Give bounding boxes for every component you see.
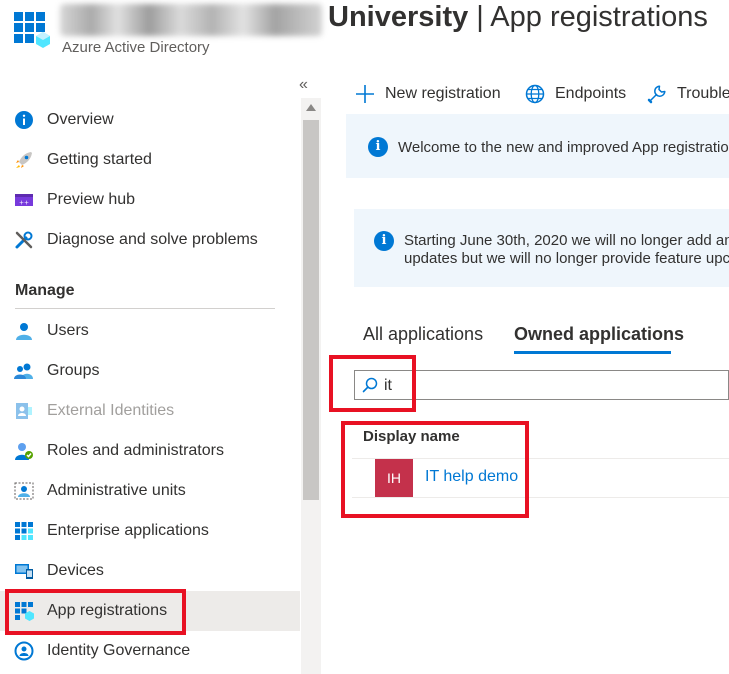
sidebar-item-label: Users (47, 322, 89, 339)
section-divider (15, 308, 275, 309)
page-subtitle: Azure Active Directory (62, 39, 210, 56)
endpoints-label: Endpoints (555, 85, 627, 102)
wrench-icon (647, 85, 666, 104)
user-icon (16, 323, 32, 340)
sidebar-item-getting-started[interactable]: Getting started (0, 140, 300, 180)
plus-icon (356, 85, 374, 103)
sidebar-item-enterprise-applications[interactable]: Enterprise applications (0, 511, 300, 551)
notice-banner: i Starting June 30th, 2020 we will no lo… (354, 209, 729, 287)
highlight-box-results (341, 421, 529, 518)
scrollbar-thumb[interactable] (303, 120, 319, 500)
admin-units-icon (14, 482, 34, 500)
new-registration-label: New registration (385, 85, 501, 102)
groups-icon (14, 363, 33, 379)
rocket-icon (16, 152, 32, 168)
devices-icon (15, 564, 33, 579)
info-icon: i (368, 137, 388, 157)
app-registrations-logo-icon (14, 12, 50, 48)
sidebar-item-label: Enterprise applications (47, 522, 209, 539)
welcome-banner-text: Welcome to the new and improved App regi… (398, 139, 729, 156)
new-registration-button[interactable]: New registration (355, 82, 501, 106)
sidebar-item-label: Roles and administrators (47, 442, 224, 459)
highlight-box-search (329, 355, 416, 412)
sidebar-item-label: Identity Governance (47, 642, 191, 659)
sidebar-item-external-identities[interactable]: External Identities (0, 391, 300, 431)
sidebar-item-users[interactable]: Users (0, 311, 300, 351)
notice-banner-line1: Starting June 30th, 2020 we will no long… (404, 232, 729, 249)
sidebar-item-groups[interactable]: Groups (0, 351, 300, 391)
sidebar-item-label: Getting started (47, 151, 152, 168)
sidebar-item-overview[interactable]: Overview (0, 100, 300, 140)
tab-all-applications[interactable]: All applications (363, 324, 483, 345)
tab-owned-applications[interactable]: Owned applications (514, 324, 684, 345)
scroll-up-arrow-icon[interactable] (306, 104, 316, 111)
sidebar-item-label: Preview hub (47, 191, 136, 208)
section-heading-manage: Manage (15, 282, 75, 299)
sidebar-item-diagnose[interactable]: Diagnose and solve problems (0, 220, 300, 260)
sidebar-item-devices[interactable]: Devices (0, 551, 300, 591)
globe-icon (525, 84, 545, 104)
info-icon (15, 111, 33, 129)
sidebar-item-label: Diagnose and solve problems (47, 231, 258, 248)
notice-banner-line2: updates but we will no longer provide fe… (404, 250, 729, 267)
sidebar-item-label: Groups (47, 362, 100, 379)
svg-text:++: ++ (19, 200, 29, 207)
identity-governance-icon (14, 641, 34, 661)
roles-icon (15, 443, 33, 460)
sidebar-item-identity-governance[interactable]: Identity Governance (0, 631, 300, 671)
endpoints-button[interactable]: Endpoints (525, 82, 626, 106)
sidebar-item-roles[interactable]: Roles and administrators (0, 431, 300, 471)
external-identities-icon (16, 403, 32, 419)
sidebar-item-label: External Identities (47, 402, 175, 419)
info-icon: i (374, 231, 394, 251)
sidebar-item-label: Devices (47, 562, 104, 579)
collapse-sidebar-button[interactable]: « (299, 76, 308, 94)
highlight-box-app-registrations (5, 589, 186, 635)
sidebar-item-label: Administrative units (47, 482, 186, 499)
sidebar-item-administrative-units[interactable]: Administrative units (0, 471, 300, 511)
wrench-icon (15, 231, 33, 249)
sidebar-item-preview-hub[interactable]: ++ Preview hub (0, 180, 300, 220)
redacted-organization-name (60, 4, 322, 36)
sidebar-item-label: Overview (47, 111, 114, 128)
troubleshooting-button[interactable]: Trouble (647, 82, 729, 106)
troubleshooting-label: Trouble (677, 85, 729, 102)
selected-tab-indicator (514, 351, 671, 354)
enterprise-apps-icon (15, 522, 33, 540)
page-header: University | App registrations Azure Act… (0, 0, 729, 70)
welcome-banner: i Welcome to the new and improved App re… (346, 114, 729, 178)
preview-hub-icon: ++ (15, 194, 33, 207)
page-title: University | App registrations (328, 1, 708, 33)
